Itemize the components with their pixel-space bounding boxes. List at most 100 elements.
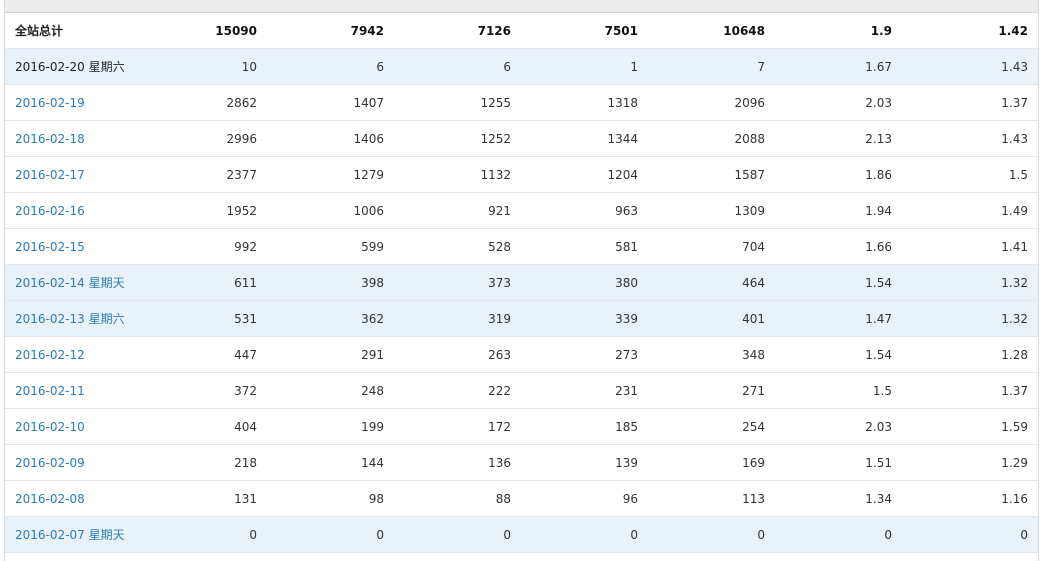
date-link[interactable]: 2016-02-08 — [15, 492, 85, 506]
value-cell-col-4: 1318 — [521, 84, 648, 121]
date-link[interactable]: 2016-02-14 星期天 — [15, 276, 125, 290]
date-text: 2016-02-17 — [15, 167, 85, 182]
date-text: 2016-02-15 — [15, 239, 85, 254]
date-link[interactable]: 2016-02-11 — [15, 384, 85, 398]
value-cell-col-2: 7942 — [267, 12, 394, 49]
date-text: 2016-02-19 — [15, 95, 85, 110]
value-cell-col-6: 1.9 — [775, 12, 902, 49]
value-cell-col-4: 339 — [521, 300, 648, 337]
value-cell-col-3: 0 — [394, 516, 521, 553]
table-row: 2016-02-09 218 144 136 139 169 1.51 1.29 — [5, 444, 1038, 481]
table-row: 2016-02-15 992 599 528 581 704 1.66 1.41 — [5, 228, 1038, 265]
value-cell-col-7: 1.28 — [902, 336, 1038, 373]
date-link[interactable]: 2016-02-16 — [15, 204, 85, 218]
header-col-1[interactable] — [137, 0, 267, 13]
value-cell-col-2: 0 — [267, 516, 394, 553]
value-cell-col-7: 1.16 — [902, 480, 1038, 517]
date-link[interactable]: 2016-02-19 — [15, 96, 85, 110]
date-link[interactable]: 2016-02-15 — [15, 240, 85, 254]
table-row: 2016-02-19 2862 1407 1255 1318 2096 2.03 1.37 — [5, 84, 1038, 121]
date-cell: 2016-02-12 — [5, 336, 137, 373]
value-cell-col-4: 185 — [521, 408, 648, 445]
date-link[interactable]: 2016-02-17 — [15, 168, 85, 182]
value-cell-col-3: 263 — [394, 336, 521, 373]
value-cell-col-7: 1.32 — [902, 300, 1038, 337]
value-cell-col-3: 136 — [394, 444, 521, 481]
value-cell-col-4: 963 — [521, 192, 648, 229]
date-link[interactable]: 2016-02-18 — [15, 132, 85, 146]
value-cell-col-2: 1006 — [267, 192, 394, 229]
value-cell-col-4: 380 — [521, 264, 648, 301]
value-cell-col-4: 96 — [521, 480, 648, 517]
value-cell-col-2: 98 — [267, 480, 394, 517]
header-row — [5, 0, 1038, 13]
value-cell-col-7: 1.5 — [902, 156, 1038, 193]
date-text: 2016-02-08 — [15, 491, 85, 506]
value-cell-col-5: 7 — [648, 48, 775, 85]
total-row: 全站总计 15090 7942 7126 7501 10648 1.9 1.42 — [5, 12, 1038, 49]
value-cell-col-2: 362 — [267, 300, 394, 337]
value-cell-col-7: 0 — [902, 516, 1038, 553]
value-cell-col-3: 319 — [394, 300, 521, 337]
value-cell-col-4: 0 — [521, 516, 648, 553]
value-cell-col-5: 254 — [648, 408, 775, 445]
date-cell: 2016-02-17 — [5, 156, 137, 193]
value-cell-col-7: 1.37 — [902, 372, 1038, 409]
value-cell-col-3: 373 — [394, 264, 521, 301]
header-col-5[interactable] — [648, 0, 775, 13]
value-cell-col-1: 10 — [137, 48, 267, 85]
date-link[interactable]: 2016-02-13 星期六 — [15, 312, 125, 326]
value-cell-col-7: 1.29 — [902, 444, 1038, 481]
header-col-3[interactable] — [394, 0, 521, 13]
value-cell-col-6: 2.13 — [775, 120, 902, 157]
value-cell-col-3: 88 — [394, 480, 521, 517]
value-cell-col-1: 404 — [137, 408, 267, 445]
value-cell-col-2: 199 — [267, 408, 394, 445]
header-col-7[interactable] — [902, 0, 1038, 13]
table-row: 2016-02-11 372 248 222 231 271 1.5 1.37 — [5, 372, 1038, 409]
value-cell-col-1: 2862 — [137, 84, 267, 121]
value-cell-col-6: 1.5 — [775, 372, 902, 409]
value-cell-col-5: 169 — [648, 444, 775, 481]
value-cell-col-1: 447 — [137, 336, 267, 373]
date-label: 2016-02-20 星期六 — [15, 60, 125, 74]
value-cell-col-1: 2996 — [137, 120, 267, 157]
value-cell-col-6: 1.67 — [775, 48, 902, 85]
header-col-6[interactable] — [775, 0, 902, 13]
date-link[interactable]: 2016-02-09 — [15, 456, 85, 470]
header-col-4[interactable] — [521, 0, 648, 13]
date-link[interactable]: 2016-02-10 — [15, 420, 85, 434]
value-cell-col-7: 1.43 — [902, 48, 1038, 85]
value-cell-col-6: 0 — [775, 516, 902, 553]
date-text: 2016-02-16 — [15, 203, 85, 218]
date-cell: 2016-02-20 星期六 — [5, 48, 137, 85]
date-cell: 2016-02-18 — [5, 120, 137, 157]
value-cell-col-2: 1406 — [267, 120, 394, 157]
value-cell-col-1: 611 — [137, 264, 267, 301]
header-col-2[interactable] — [267, 0, 394, 13]
table-row: 2016-02-20 星期六 10 6 6 1 7 1.67 1.43 — [5, 48, 1038, 85]
value-cell-col-7: 1.49 — [902, 192, 1038, 229]
value-cell-col-5: 401 — [648, 300, 775, 337]
value-cell-col-3: 222 — [394, 372, 521, 409]
table-row: 2016-02-12 447 291 263 273 348 1.54 1.28 — [5, 336, 1038, 373]
value-cell-col-2: 599 — [267, 228, 394, 265]
value-cell-col-5: 1309 — [648, 192, 775, 229]
date-text: 2016-02-07 — [15, 528, 85, 542]
value-cell-col-4: 139 — [521, 444, 648, 481]
value-cell-col-6: 1.54 — [775, 336, 902, 373]
value-cell-col-2: 6 — [267, 48, 394, 85]
date-link[interactable]: 2016-02-12 — [15, 348, 85, 362]
date-cell: 2016-02-19 — [5, 84, 137, 121]
value-cell-col-6: 2.03 — [775, 84, 902, 121]
table-row: 2016-02-18 2996 1406 1252 1344 2088 2.13 1.43 — [5, 120, 1038, 157]
table-row: 2016-02-07 星期天 0 0 0 0 0 0 0 — [5, 516, 1038, 553]
value-cell-col-5: 271 — [648, 372, 775, 409]
date-text: 2016-02-18 — [15, 131, 85, 146]
date-text: 全站总计 — [15, 24, 64, 38]
stats-table-panel: 全站总计 15090 7942 7126 7501 10648 1.9 1.42 2016-02… — [4, 0, 1039, 561]
value-cell-col-6: 1.54 — [775, 264, 902, 301]
date-link[interactable]: 2016-02-07 星期天 — [15, 528, 125, 542]
header-date[interactable] — [5, 0, 137, 13]
value-cell-col-6: 1.51 — [775, 444, 902, 481]
